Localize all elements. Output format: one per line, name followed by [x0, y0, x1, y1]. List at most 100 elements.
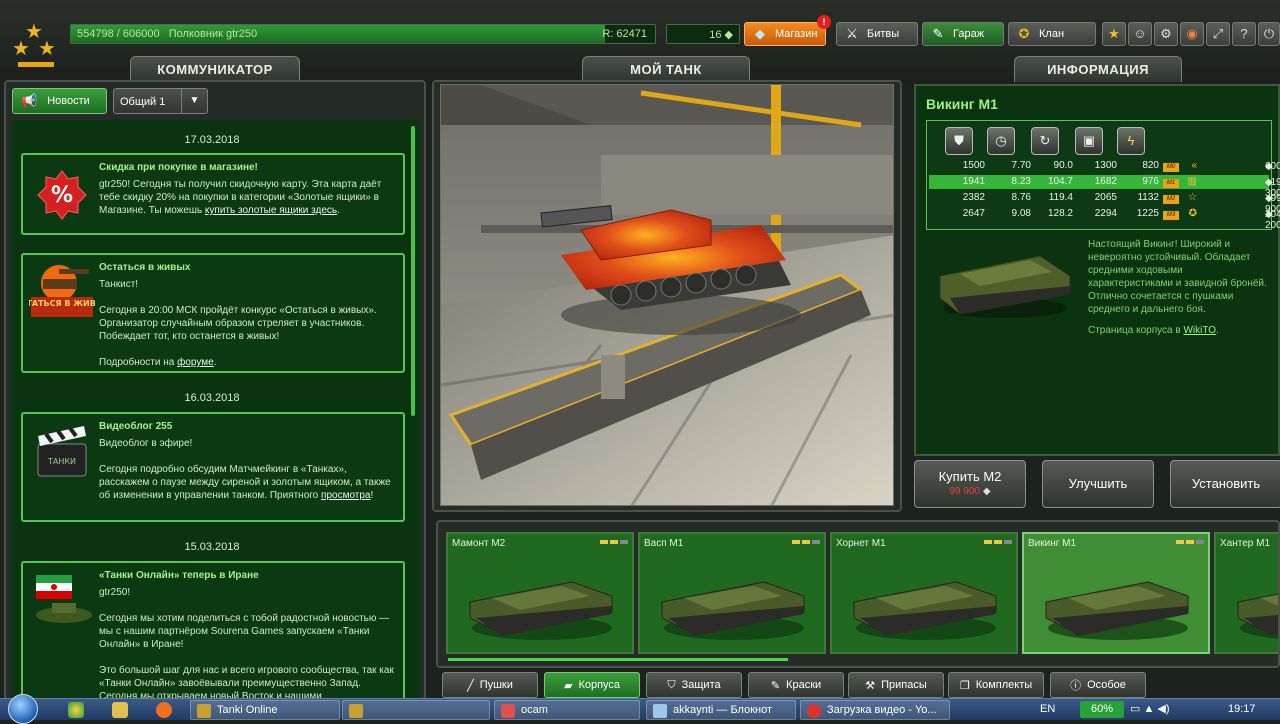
- app-icon: [197, 704, 211, 718]
- help-icon[interactable]: ?: [1232, 22, 1256, 46]
- garage-items-panel: Мамонт М2 Васп М1 Хорнет М1 Викинг М1 Хантер…: [436, 520, 1280, 668]
- windows-taskbar: Tanki Online ocam akkaynti — Блокнот Заг…: [0, 694, 1280, 724]
- battles-button[interactable]: ⚔ Битвы: [836, 22, 918, 46]
- notepad-icon: [653, 704, 667, 718]
- garage-button[interactable]: ✎ Гараж: [922, 22, 1004, 46]
- settings-gear-icon[interactable]: ⚙: [1154, 22, 1178, 46]
- crystal-icon: ◆: [1265, 209, 1273, 220]
- stats-row: 2382 8.76 119.4 2065 1132 M2 ☆ 99 900 ◆: [929, 191, 1280, 215]
- taskbar-app[interactable]: Tanki Online: [190, 700, 340, 720]
- tab-supplies[interactable]: ⚒ Припасы: [848, 672, 944, 698]
- rank-insignia-icon: ★ ★ ★: [12, 22, 58, 70]
- channel-value: Общий 1: [120, 96, 166, 108]
- taskbar-app[interactable]: ocam: [494, 700, 640, 720]
- modification-icon: M3: [1163, 211, 1179, 220]
- stat-value: 119.4: [1048, 192, 1073, 203]
- tab-special[interactable]: ⓘ Особое: [1050, 672, 1146, 698]
- stat-value: 820: [1142, 160, 1159, 171]
- chevron-down-icon: ▼: [181, 89, 207, 113]
- channel-dropdown[interactable]: Общий 1 ▼: [113, 88, 208, 114]
- favorites-star-icon[interactable]: ★: [1102, 22, 1126, 46]
- modification-icon: M0: [1163, 163, 1179, 172]
- stat-value: 1300: [1094, 160, 1117, 171]
- news-greeting: Танкист!: [99, 279, 139, 290]
- taskbar-app[interactable]: Загрузка видео - Yo...: [800, 700, 950, 720]
- garage-item[interactable]: Васп М1: [638, 532, 826, 654]
- news-title: Скидка при покупке в магазине!: [99, 162, 258, 173]
- firefox-icon[interactable]: [156, 702, 172, 718]
- shop-button[interactable]: ◆ Магазин !: [744, 15, 831, 46]
- garage-item[interactable]: Мамонт М2: [446, 532, 634, 654]
- modification-marker: M1: [1161, 176, 1179, 188]
- tab-weapons[interactable]: ╱ Пушки: [442, 672, 538, 698]
- stat-value: 90.0: [1053, 160, 1073, 171]
- weight-icon: ▣: [1075, 127, 1103, 155]
- stat-value: 2382: [962, 192, 985, 203]
- rank-requirement-icon: ▥: [1187, 176, 1197, 187]
- garage-item-name: Викинг М1: [1028, 538, 1077, 549]
- news-item: ТАНКИ Видеоблог 255 Видеоблог в эфире! С…: [21, 412, 405, 522]
- svg-text:ОСТАТЬСЯ В ЖИВЫХ: ОСТАТЬСЯ В ЖИВЫХ: [29, 299, 95, 308]
- clock[interactable]: 19:17: [1228, 703, 1256, 715]
- tab-paints[interactable]: ✎ Краски: [748, 672, 844, 698]
- stats-row: 1500 7.70 90.0 1300 820 M0 «600 ◆: [929, 159, 1280, 173]
- garage-scrollbar[interactable]: [448, 658, 788, 661]
- hull-thumbnail-icon: [661, 581, 805, 640]
- watch-link[interactable]: просмотра: [321, 490, 370, 501]
- taskbar-app[interactable]: [342, 700, 490, 720]
- buy-button[interactable]: Купить М2 99 900 ◆: [914, 460, 1026, 508]
- hull-description: Настоящий Викинг! Широкий и невероятно у…: [1088, 239, 1267, 336]
- garage-item[interactable]: Хантер М1: [1214, 532, 1278, 654]
- brush-icon: ✎: [770, 679, 781, 692]
- garage-item[interactable]: Хорнет М1: [830, 532, 1018, 654]
- garage-item[interactable]: Викинг М1: [1022, 532, 1210, 654]
- wiki-link[interactable]: WikiTO: [1183, 325, 1216, 336]
- hull-icon: ▰: [563, 679, 573, 692]
- news-scrollbar[interactable]: [411, 126, 415, 416]
- upgrade-level-icon: [984, 540, 1012, 544]
- fullscreen-icon[interactable]: ⤢: [1206, 22, 1230, 46]
- tab-protection[interactable]: ⛉ Защита: [646, 672, 742, 698]
- upgrade-button[interactable]: Улучшить: [1042, 460, 1154, 508]
- news-list[interactable]: 17.03.2018 % Скидка при покупке в магази…: [12, 120, 420, 700]
- stat-value: 2294: [1094, 208, 1117, 219]
- stat-value: 128.2: [1047, 208, 1073, 219]
- stats-row: 2647 9.08 128.2 2294 1225 M3 ✪ 204 200 ◆: [929, 207, 1280, 231]
- news-title: Видеоблог 255: [99, 421, 173, 432]
- language-indicator[interactable]: EN: [1040, 703, 1055, 715]
- stat-value: 1500: [962, 160, 985, 171]
- install-button[interactable]: Установить: [1170, 460, 1280, 508]
- hull-name: Викинг М1: [926, 96, 998, 112]
- news-text: Сегодня подробно обсудим Матчмейкинг в «…: [99, 464, 391, 501]
- tab-kits[interactable]: ❐ Комплекты: [948, 672, 1044, 698]
- stat-value: 2647: [962, 208, 985, 219]
- buy-label: Купить М2: [938, 469, 1002, 484]
- crystal-icon: ◆: [1265, 161, 1273, 172]
- svg-text:ТАНКИ: ТАНКИ: [47, 457, 76, 466]
- forum-link[interactable]: форуме: [177, 357, 214, 368]
- chrome-icon[interactable]: [68, 702, 84, 718]
- shop-label: Магазин: [775, 28, 818, 40]
- tray-icons[interactable]: ▭ ▲ ◀): [1130, 702, 1170, 715]
- news-item: ОСТАТЬСЯ В ЖИВЫХ Остаться в живых Танкис…: [21, 253, 405, 373]
- friends-icon[interactable]: ☺: [1128, 22, 1152, 46]
- crystal-icon: ◆: [1265, 177, 1273, 188]
- stat-value: 9.08: [1011, 208, 1031, 219]
- app-icon: [349, 704, 363, 718]
- stat-value: 8.23: [1011, 176, 1031, 187]
- tab-hulls[interactable]: ▰ Корпуса: [544, 672, 640, 698]
- cannon-icon: ╱: [467, 679, 474, 692]
- crossed-swords-icon: ⚔: [846, 26, 858, 41]
- taskbar-app[interactable]: akkaynti — Блокнот: [646, 700, 796, 720]
- stat-value: 1225: [1136, 208, 1159, 219]
- sound-icon[interactable]: ◉: [1180, 22, 1204, 46]
- clan-button[interactable]: ✪ Клан: [1008, 22, 1096, 46]
- turn-icon: ↻: [1031, 127, 1059, 155]
- wrench-icon: ✎: [932, 26, 944, 41]
- exit-icon[interactable]: ⏻: [1258, 22, 1280, 46]
- news-button[interactable]: 📢 Новости: [12, 88, 107, 114]
- battery-indicator[interactable]: 60%: [1080, 701, 1124, 718]
- news-date: 16.03.2018: [184, 392, 240, 404]
- shop-gold-boxes-link[interactable]: купить золотые ящики здесь: [205, 205, 337, 216]
- folder-icon[interactable]: [112, 702, 128, 718]
